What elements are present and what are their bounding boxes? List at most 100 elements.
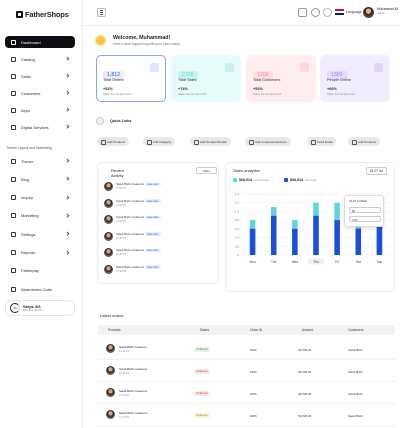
user-menu[interactable]: Muhammad Ali Admin (377, 7, 398, 15)
product-thumbnail (106, 410, 115, 419)
theme-icon (11, 158, 16, 164)
x-tick-label: Wed (292, 260, 299, 264)
bar-last-week (355, 228, 362, 255)
digital-services-icon (11, 124, 16, 130)
stat-note: Higher from the last month (103, 93, 132, 96)
sidebar-item-label: Apps (21, 107, 31, 113)
sidebar-item-catalog[interactable]: Catalog (5, 53, 75, 65)
sidebar-item-label: Catalog (21, 56, 35, 62)
chevron-right-icon (64, 90, 69, 95)
sidebar-item-sales[interactable]: Sales (5, 70, 75, 82)
sales-icon (11, 73, 16, 79)
welcome-subtitle: Here's what happening with your store to… (113, 42, 181, 46)
stat-card-total-sales[interactable]: 230K Total Sales +74% Higher from the last … (171, 55, 241, 102)
sidebar-item-abandoned-carts[interactable]: Abandoned Carts (5, 283, 75, 295)
logo-icon (16, 11, 23, 18)
sidebar-item-settings[interactable]: Settings (5, 228, 75, 240)
sidebar-item-blog[interactable]: Blog (5, 173, 75, 185)
table-row[interactable]: Swati Bishi created a 12:40 PM Delivered #2… (98, 362, 395, 382)
column-header-customers[interactable]: Customers (348, 328, 363, 332)
stat-card-total-orders[interactable]: 1,812 Total Orders +52% Higher from the las… (96, 55, 166, 102)
brand-logo[interactable]: FatherShops (16, 10, 69, 19)
column-header-amount[interactable]: Amount (302, 328, 313, 332)
sidebar-item-theme[interactable]: Theme (5, 155, 75, 167)
welcome-title: Welcome, Muhammad! (113, 35, 171, 41)
quick-link-add-products[interactable]: Add Products (348, 137, 381, 146)
quick-link-add-coupons-vouchers[interactable]: Add Coupons/Vouchers (245, 137, 291, 146)
bell-icon[interactable] (298, 8, 307, 17)
tooltip-date: 01-07 Jul Wed (349, 199, 367, 203)
sidebar-item-apps[interactable]: Apps (5, 104, 75, 116)
activity-item[interactable]: Swati Bishi created a New order 12:40 PM (104, 181, 214, 195)
sidebar-item-reports[interactable]: Reports (5, 247, 75, 259)
sidebar-item-label: Sales (21, 73, 32, 79)
status-badge: Delivered (194, 347, 210, 352)
activity-item[interactable]: Swati Bishi created a New order 12:40 PM (104, 231, 214, 245)
column-header-order-id[interactable]: Order ID (250, 328, 262, 332)
activity-item[interactable]: Swati Bishi created a New order 12:40 PM (104, 264, 214, 278)
sidebar-item-digital-services[interactable]: Digital Services (5, 121, 75, 133)
uk-flag-icon[interactable] (335, 9, 344, 15)
table-row[interactable]: Swati Bishi created a 12:40 PM Delivered #2… (98, 406, 395, 426)
activity-text-label: Swati Bishi created a (116, 198, 145, 203)
stat-card-people-online[interactable]: 1300 People Online +66% Higher from the las… (320, 55, 390, 102)
table-row[interactable]: Swati Bishi created a 12:40 PM Delivered #2… (98, 340, 395, 360)
order-id: #266 (250, 370, 257, 374)
bar-last-week (292, 228, 298, 255)
order-amount: 39,529.00 (298, 370, 312, 374)
setup-steps-card[interactable]: 3/6 Steps 3/6 Add your domain (5, 300, 75, 316)
avatar (104, 231, 113, 241)
status-badge: New order (145, 199, 161, 203)
status-badge: Delivered (194, 391, 210, 396)
y-tick-label: 1.0 (235, 209, 240, 213)
stat-card-total-customers[interactable]: 1200 Total Customers +52% Higher from the l… (246, 55, 316, 102)
quick-link-add-products[interactable]: Add Products (97, 137, 130, 146)
bar-last-week (334, 220, 340, 255)
status-badge: New order (145, 232, 161, 236)
sidebar-item-label: Settings (21, 231, 36, 237)
chart-tooltip: 01-07 Jul Wed 9k 4.5h (344, 195, 384, 227)
x-tick-label: Fri (335, 260, 339, 264)
sidebar-item-marketing[interactable]: Marketing (5, 210, 75, 222)
moon-icon[interactable] (323, 8, 332, 17)
sun-icon (96, 36, 105, 45)
sidebar: FatherShops Dashboard Catalog Sales Custome… (0, 0, 83, 428)
sidebar-item-dashboard[interactable]: Dashboard (5, 36, 75, 48)
x-tick-label: Sun (377, 260, 383, 264)
recent-activity-card: Recent Activity Filter Swati Bishi creat… (97, 162, 219, 284)
menu-toggle-button[interactable] (97, 8, 106, 17)
sidebar-item-label: Marketing (21, 213, 39, 219)
filter-button[interactable]: Filter (196, 167, 217, 174)
user-role: Admin (377, 11, 385, 15)
activity-item[interactable]: Swati Bishi created a New order 12:40 PM (104, 247, 214, 261)
blog-icon (11, 176, 16, 182)
sales-bar-chart: 0 0.2 0.4 0.6 0.8 1.0 1.2 1.4 Mon Tue Wed Thu Fri Sat… (235, 192, 390, 265)
settings-icon (11, 231, 16, 237)
quick-link-add-product-bundle[interactable]: Add Product Bundle (190, 137, 231, 146)
bar-last-week (313, 215, 319, 255)
column-header-status[interactable]: Status (200, 328, 209, 332)
stat-note: Higher from the last month (178, 93, 207, 96)
sidebar-item-customers[interactable]: Customers (5, 87, 75, 99)
language-selector[interactable]: Language (346, 10, 362, 14)
link-icon (96, 117, 104, 125)
sidebar-item-inquiry[interactable]: Inquiry (5, 192, 75, 204)
avatar (104, 248, 113, 257)
activity-item[interactable]: Swati Bishi created a New order 12:40 PM (104, 198, 214, 212)
activity-time: 12:40 PM (116, 236, 127, 240)
sidebar-item-fatherpay[interactable]: Fatherpay (5, 265, 75, 277)
table-row[interactable]: Swati Bishi created a 12:40 PM Delivered #2… (98, 384, 395, 404)
sidebar-item-label: Dashboard (21, 39, 41, 45)
column-header-products[interactable]: Products (108, 328, 121, 332)
activity-item[interactable]: Swati Bishi created a New order 12:40 PM (104, 214, 214, 228)
steps-subtitle: Add your domain (23, 309, 43, 312)
quick-link-send-email[interactable]: Send Email (307, 137, 337, 146)
stat-change: +74% (178, 87, 188, 91)
status-badge: Delivered (194, 369, 210, 374)
gear-icon[interactable] (311, 8, 320, 17)
avatar[interactable] (363, 7, 374, 18)
quick-link-add-category[interactable]: Add Category (143, 137, 176, 146)
order-id: #266 (250, 348, 257, 352)
status-badge: Delivered (194, 413, 210, 418)
sidebar-item-label: Inquiry (21, 195, 34, 201)
